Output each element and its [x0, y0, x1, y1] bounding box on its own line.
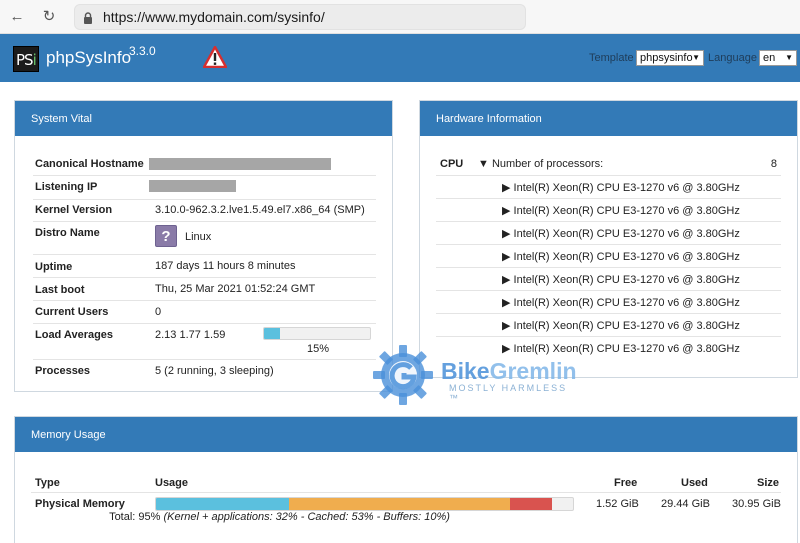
app-version: 3.3.0 — [129, 44, 156, 58]
memory-segment-buffers — [510, 498, 553, 510]
row-value: 0 — [155, 306, 162, 318]
table-row: Load Averages 2.13 1.77 1.59 15% — [33, 324, 376, 360]
memory-usage-heading: Memory Usage — [15, 417, 797, 452]
reload-icon[interactable]: ↻ — [40, 8, 58, 26]
language-value: en — [763, 52, 776, 64]
lock-icon — [84, 12, 92, 24]
language-select[interactable]: en ▼ — [759, 50, 797, 66]
memory-usage-panel: Memory Usage Type Usage Free Used Size P… — [14, 416, 798, 543]
memory-summary-detail: (Kernel + applications: 32% - Cached: 53… — [163, 511, 450, 523]
template-value: phpsysinfo — [640, 52, 693, 64]
memory-size: 30.95 GiB — [732, 498, 781, 510]
memory-used: 29.44 GiB — [661, 498, 710, 510]
list-item[interactable]: ▶ Intel(R) Xeon(R) CPU E3-1270 v6 @ 3.80… — [436, 337, 781, 360]
warning-icon[interactable] — [203, 46, 227, 68]
row-value: Linux — [185, 231, 212, 243]
divider — [31, 492, 781, 493]
row-value: 3.10.0-962.3.2.lve1.5.49.el7.x86_64 (SMP… — [155, 204, 365, 216]
row-label: Uptime — [35, 261, 73, 273]
dropdown-caret-icon: ▼ — [692, 53, 700, 62]
distro-icon: ? — [155, 225, 177, 247]
processors-count: 8 — [770, 158, 777, 170]
table-row: Listening IP — [33, 176, 376, 200]
template-select[interactable]: phpsysinfo ▼ — [636, 50, 704, 66]
list-item[interactable]: ▶ Intel(R) Xeon(R) CPU E3-1270 v6 @ 3.80… — [436, 222, 781, 245]
cpu-model: ▶ Intel(R) Xeon(R) CPU E3-1270 v6 @ 3.80… — [502, 274, 740, 286]
row-label: Kernel Version — [35, 204, 113, 216]
list-item[interactable]: ▶ Intel(R) Xeon(R) CPU E3-1270 v6 @ 3.80… — [436, 268, 781, 291]
cpu-model: ▶ Intel(R) Xeon(R) CPU E3-1270 v6 @ 3.80… — [502, 228, 740, 240]
table-row: Processes 5 (2 running, 3 sleeping) — [33, 360, 376, 386]
language-label: Language — [708, 52, 757, 64]
redacted-ip — [149, 180, 236, 192]
list-item[interactable]: ▶ Intel(R) Xeon(R) CPU E3-1270 v6 @ 3.80… — [436, 245, 781, 268]
memory-summary: Total: 95% (Kernel + applications: 32% -… — [15, 511, 544, 523]
row-label: Load Averages — [35, 329, 114, 341]
row-value: Thu, 25 Mar 2021 01:52:24 GMT — [155, 283, 316, 295]
table-row: Canonical Hostname — [33, 154, 376, 176]
row-label: Distro Name — [35, 227, 100, 239]
row-label: Last boot — [35, 284, 85, 296]
table-row: Current Users 0 — [33, 301, 376, 324]
hardware-info-heading: Hardware Information — [420, 101, 797, 136]
row-label: Processes — [35, 365, 91, 377]
cpu-model: ▶ Intel(R) Xeon(R) CPU E3-1270 v6 @ 3.80… — [502, 297, 740, 309]
app-name: phpSysInfo — [46, 48, 132, 67]
memory-free: 1.52 GiB — [596, 498, 639, 510]
cpu-model: ▶ Intel(R) Xeon(R) CPU E3-1270 v6 @ 3.80… — [502, 205, 740, 217]
app-header: PSi phpSysInfo 3.3.0 Template phpsysinfo… — [0, 34, 800, 82]
logo-text: PSi — [16, 51, 37, 69]
column-header-usage: Usage — [155, 477, 189, 489]
dropdown-caret-icon: ▼ — [785, 53, 793, 62]
url-text: https://www.mydomain.com/sysinfo/ — [103, 9, 325, 25]
memory-summary-total: Total: 95% — [109, 511, 164, 523]
column-header-type: Type — [35, 477, 60, 489]
redacted-hostname — [149, 158, 331, 170]
column-header-used: Used — [681, 477, 708, 489]
row-value: 2.13 1.77 1.59 — [155, 329, 226, 341]
list-item[interactable]: ▶ Intel(R) Xeon(R) CPU E3-1270 v6 @ 3.80… — [436, 314, 781, 337]
column-header-size: Size — [757, 477, 780, 489]
hardware-info-panel: Hardware Information CPU ▼ Number of pro… — [419, 100, 798, 378]
watermark-tagline: MOSTLY HARMLESS ™ — [449, 383, 568, 403]
memory-usage-bar — [155, 497, 574, 511]
list-item[interactable]: ▶ Intel(R) Xeon(R) CPU E3-1270 v6 @ 3.80… — [436, 176, 781, 199]
cpu-model: ▶ Intel(R) Xeon(R) CPU E3-1270 v6 @ 3.80… — [502, 182, 740, 194]
cpu-model: ▶ Intel(R) Xeon(R) CPU E3-1270 v6 @ 3.80… — [502, 343, 740, 355]
browser-toolbar: ← ↻ https://www.mydomain.com/sysinfo/ — [0, 0, 800, 34]
row-label: Current Users — [35, 306, 109, 318]
cpu-processors-row: CPU ▼ Number of processors: 8 — [436, 153, 781, 176]
processors-toggle[interactable]: ▼ Number of processors: — [478, 158, 603, 170]
row-value: 5 (2 running, 3 sleeping) — [155, 365, 274, 377]
column-header-free: Free — [614, 477, 638, 489]
table-row: Distro Name ? Linux — [33, 222, 376, 255]
memory-segment-cached — [289, 498, 511, 510]
load-percent: 15% — [307, 343, 330, 355]
table-row: Uptime 187 days 11 hours 8 minutes — [33, 255, 376, 278]
address-bar[interactable]: https://www.mydomain.com/sysinfo/ — [74, 4, 526, 30]
table-row: Last boot Thu, 25 Mar 2021 01:52:24 GMT — [33, 278, 376, 301]
list-item[interactable]: ▶ Intel(R) Xeon(R) CPU E3-1270 v6 @ 3.80… — [436, 199, 781, 222]
system-vital-panel: System Vital Canonical Hostname Listenin… — [14, 100, 393, 392]
memory-segment-kernel-applications — [156, 498, 290, 510]
template-label: Template — [589, 52, 634, 64]
load-average-bar-fill — [264, 328, 280, 339]
row-label: Listening IP — [35, 181, 98, 193]
phpsysinfo-logo[interactable]: PSi — [13, 46, 39, 72]
row-value: 187 days 11 hours 8 minutes — [155, 260, 296, 272]
table-row: Kernel Version 3.10.0-962.3.2.lve1.5.49.… — [33, 200, 376, 222]
back-arrow-icon[interactable]: ← — [8, 8, 26, 26]
load-average-bar — [263, 327, 371, 340]
cpu-model: ▶ Intel(R) Xeon(R) CPU E3-1270 v6 @ 3.80… — [502, 251, 740, 263]
cpu-model: ▶ Intel(R) Xeon(R) CPU E3-1270 v6 @ 3.80… — [502, 320, 740, 332]
list-item[interactable]: ▶ Intel(R) Xeon(R) CPU E3-1270 v6 @ 3.80… — [436, 291, 781, 314]
memory-type: Physical Memory — [35, 498, 125, 510]
row-label: Canonical Hostname — [35, 158, 144, 170]
cpu-label: CPU — [440, 158, 464, 170]
system-vital-heading: System Vital — [15, 101, 392, 136]
